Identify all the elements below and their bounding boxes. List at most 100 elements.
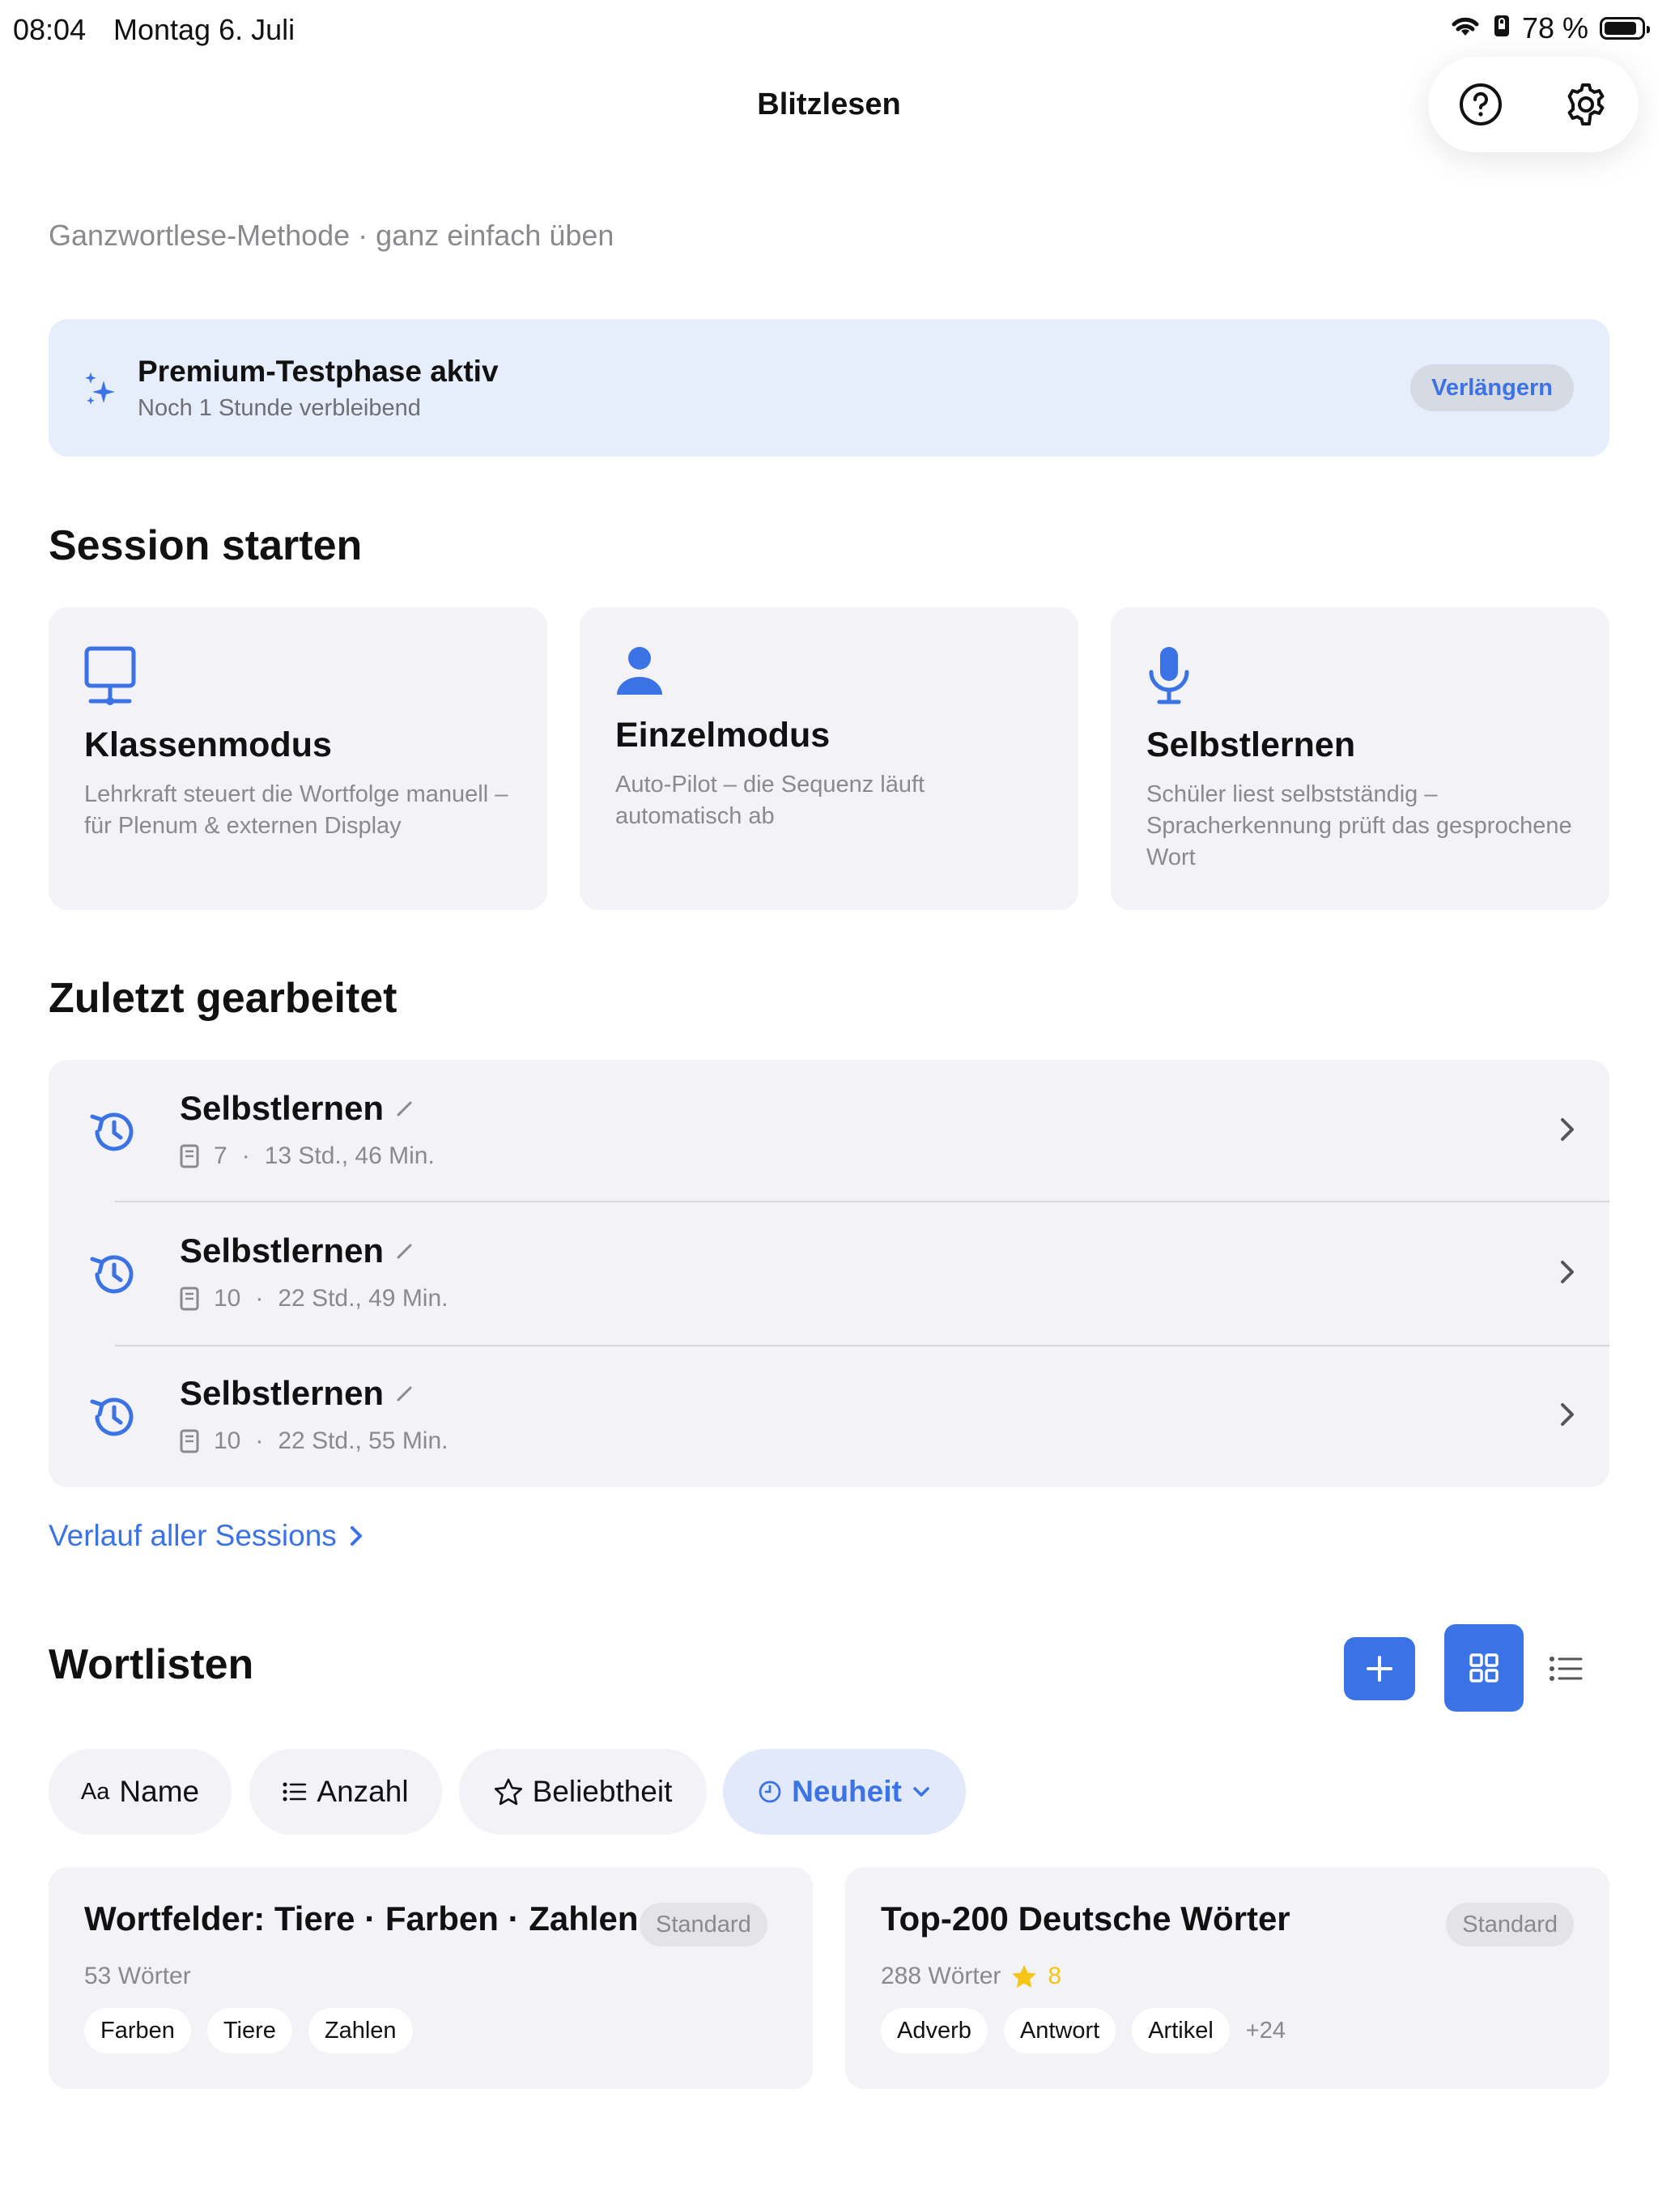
tag-list: Adverb Antwort Artikel +24 <box>881 2008 1286 2053</box>
mode-title: Selbstlernen <box>1146 725 1356 764</box>
wordlist-card[interactable]: Top-200 Deutsche Wörter Standard 288 Wör… <box>845 1867 1609 2089</box>
meta-separator: · <box>255 1427 264 1454</box>
all-sessions-label: Verlauf aller Sessions <box>49 1519 337 1552</box>
history-icon <box>89 1107 139 1161</box>
recent-row-title: Selbstlernen <box>180 1089 385 1127</box>
extend-button[interactable]: Verlängern <box>1410 364 1574 411</box>
recent-row-count: 10 <box>214 1427 241 1454</box>
recent-row[interactable]: Selbstlernen 7 · 13 Std., 46 Min. <box>49 1060 1609 1202</box>
settings-button[interactable] <box>1558 76 1614 133</box>
mode-card-klassenmodus[interactable]: Klassenmodus Lehrkraft steuert die Wortf… <box>49 607 547 910</box>
more-tags-count: +24 <box>1245 2017 1286 2044</box>
recent-row-time: 22 Std., 49 Min. <box>278 1285 449 1312</box>
mode-description: Schüler liest selbstständig – Spracherke… <box>1146 781 1572 870</box>
battery-icon <box>1600 17 1650 40</box>
book-icon <box>180 1429 199 1453</box>
meta-separator: · <box>255 1285 264 1312</box>
status-time: 08:04 <box>13 13 87 46</box>
book-icon <box>180 1144 199 1168</box>
recent-heading: Zuletzt gearbeitet <box>49 975 397 1022</box>
chevron-down-icon <box>913 1787 929 1797</box>
mode-description: Lehrkraft steuert die Wortfolge manuell … <box>84 781 508 839</box>
help-button[interactable] <box>1452 76 1509 133</box>
wordlist-count: 53 Wörter <box>84 1963 191 1989</box>
chevron-right-icon <box>1558 1113 1577 1150</box>
grid-icon <box>1469 1653 1499 1682</box>
grid-view-button[interactable] <box>1444 1624 1524 1712</box>
recent-row-title: Selbstlernen <box>180 1231 385 1270</box>
session-heading: Session starten <box>49 522 363 569</box>
wordlists-heading: Wortlisten <box>49 1641 254 1688</box>
pencil-icon <box>397 1244 412 1259</box>
tag: Zahlen <box>308 2008 413 2053</box>
sort-chip-label: Neuheit <box>792 1775 902 1808</box>
text-size-icon: Aa <box>80 1778 110 1805</box>
wordlist-title: Wortfelder: Tiere · Farben · Zahlen <box>84 1899 639 1938</box>
recent-list: Selbstlernen 7 · 13 Std., 46 Min. Selbst… <box>49 1060 1609 1487</box>
mode-description: Auto-Pilot – die Sequenz läuft automatis… <box>615 772 925 829</box>
recent-row-title: Selbstlernen <box>180 1374 385 1412</box>
tag: Adverb <box>881 2008 988 2053</box>
sort-chip-neuheit[interactable]: Neuheit <box>723 1749 966 1835</box>
chevron-right-icon <box>350 1526 362 1546</box>
chevron-right-icon <box>1558 1256 1577 1292</box>
nav-actions <box>1428 57 1639 152</box>
sort-chip-beliebtheit[interactable]: Beliebtheit <box>459 1749 707 1835</box>
tag: Tiere <box>206 2008 292 2053</box>
recent-row-count: 10 <box>214 1285 241 1312</box>
nav-title: Blitzlesen <box>757 87 901 121</box>
battery-percent: 78 % <box>1521 11 1588 45</box>
sparkles-icon <box>83 369 121 415</box>
tag-list: Farben Tiere Zahlen <box>84 2008 413 2053</box>
mode-title: Einzelmodus <box>615 716 831 755</box>
microphone-icon <box>1146 644 1192 710</box>
tag: Artikel <box>1132 2008 1230 2053</box>
sort-chip-label: Name <box>119 1775 200 1808</box>
star-outline-icon <box>494 1778 522 1806</box>
recent-row-time: 22 Std., 55 Min. <box>278 1427 449 1454</box>
premium-subtitle: Noch 1 Stunde verbleibend <box>138 395 421 421</box>
recent-row[interactable]: Selbstlernen 10 · 22 Std., 55 Min. <box>49 1345 1609 1487</box>
orientation-lock-icon <box>1493 11 1511 45</box>
mode-card-einzelmodus[interactable]: Einzelmodus Auto-Pilot – die Sequenz läu… <box>580 607 1078 910</box>
standard-badge: Standard <box>1446 1903 1574 1946</box>
recent-row-time: 13 Std., 46 Min. <box>264 1142 435 1169</box>
list-view-button[interactable] <box>1543 1647 1588 1691</box>
add-wordlist-button[interactable] <box>1344 1637 1415 1700</box>
meta-separator: · <box>241 1142 250 1169</box>
history-icon <box>89 1392 139 1446</box>
star-count: 8 <box>1048 1963 1062 1989</box>
clock-icon <box>759 1780 781 1803</box>
premium-title: Premium-Testphase aktiv <box>138 355 499 388</box>
sort-chip-name[interactable]: Aa Name <box>49 1749 232 1835</box>
pencil-icon <box>397 1386 412 1402</box>
sort-chip-label: Anzahl <box>317 1775 409 1808</box>
mode-title: Klassenmodus <box>84 725 332 764</box>
person-icon <box>615 644 664 700</box>
status-date: Montag 6. Juli <box>113 13 295 46</box>
mode-card-selbstlernen[interactable]: Selbstlernen Schüler liest selbstständig… <box>1111 607 1609 910</box>
wifi-icon <box>1449 11 1482 45</box>
pencil-icon <box>397 1101 412 1117</box>
status-indicators: 78 % <box>1449 11 1650 45</box>
standard-badge: Standard <box>640 1903 767 1946</box>
chevron-right-icon <box>1558 1398 1577 1435</box>
recent-row[interactable]: Selbstlernen 10 · 22 Std., 49 Min. <box>49 1202 1609 1345</box>
wordlist-title: Top-200 Deutsche Wörter <box>881 1899 1290 1938</box>
plus-icon <box>1367 1656 1392 1682</box>
star-filled-icon <box>1012 1964 1037 1989</box>
list-icon <box>1550 1657 1583 1681</box>
wordlist-count: 288 Wörter <box>881 1963 1001 1989</box>
sort-chip-anzahl[interactable]: Anzahl <box>249 1749 442 1835</box>
wordlist-card[interactable]: Wortfelder: Tiere · Farben · Zahlen Stan… <box>49 1867 813 2089</box>
recent-row-count: 7 <box>214 1142 227 1169</box>
monitor-icon <box>84 646 136 712</box>
tag: Farben <box>84 2008 191 2053</box>
sort-chip-label: Beliebtheit <box>532 1775 673 1808</box>
gear-icon <box>1567 83 1605 125</box>
question-circle-icon <box>1460 83 1502 125</box>
history-icon <box>89 1249 139 1304</box>
book-icon <box>180 1287 199 1311</box>
all-sessions-link[interactable]: Verlauf aller Sessions <box>49 1519 364 1553</box>
app-subtitle: Ganzwortlese-Methode · ganz einfach üben <box>49 219 614 252</box>
